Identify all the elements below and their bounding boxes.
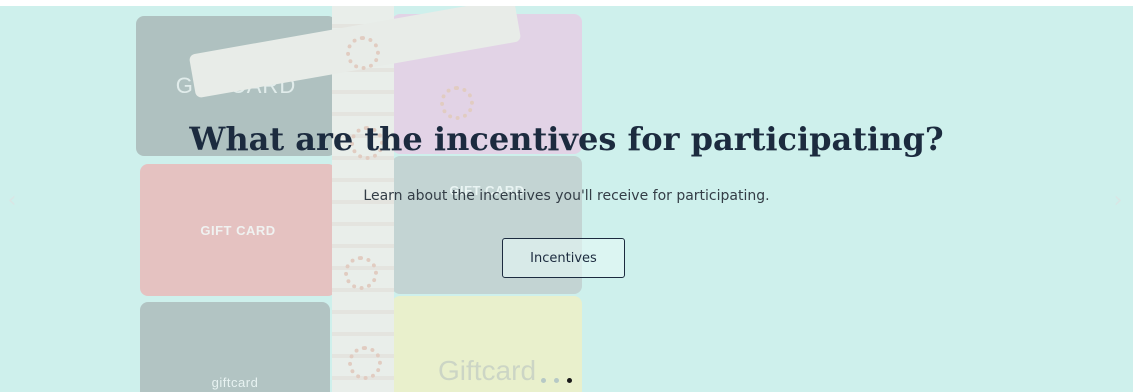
carousel-next-button[interactable]: › bbox=[1108, 186, 1128, 216]
hero-carousel: GIFTCARD GIFT CARD GIFT CARD giftcard Gi… bbox=[0, 6, 1133, 392]
carousel-prev-button[interactable]: ‹ bbox=[2, 186, 22, 216]
carousel-indicator-1[interactable] bbox=[541, 378, 546, 383]
incentives-button[interactable]: Incentives bbox=[502, 238, 625, 278]
slide-content: What are the incentives for participatin… bbox=[0, 6, 1133, 392]
chevron-left-icon: ‹ bbox=[7, 188, 17, 213]
slide-heading: What are the incentives for participatin… bbox=[189, 120, 944, 158]
carousel-indicator-3[interactable] bbox=[567, 378, 572, 383]
carousel-indicator-2[interactable] bbox=[554, 378, 559, 383]
chevron-right-icon: › bbox=[1113, 188, 1123, 213]
carousel-indicators bbox=[541, 378, 572, 383]
slide-description: Learn about the incentives you'll receiv… bbox=[363, 188, 770, 204]
